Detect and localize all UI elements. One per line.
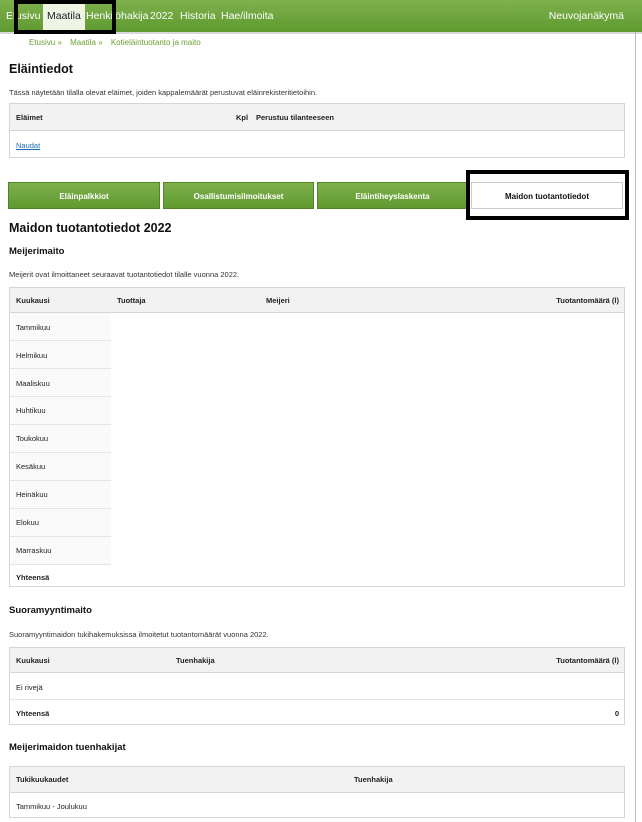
page-right-border (635, 32, 636, 822)
month-cell: Maaliskuu (16, 379, 50, 388)
row-divider (10, 396, 111, 397)
support-period-cell: Tammikuu - Joulukuu (16, 802, 87, 811)
nav-item-year[interactable]: 2022 (150, 0, 173, 32)
animal-link-naudat[interactable]: Naudat (16, 141, 40, 150)
month-cell: Marraskuu (16, 546, 52, 555)
col-header-animals: Eläimet (16, 113, 43, 122)
row-divider (10, 536, 111, 537)
col-header-month: Kuukausi (16, 296, 50, 305)
col-header-count: Kpl (236, 113, 249, 122)
nav-item-historia[interactable]: Historia (180, 0, 216, 32)
month-cell: Tammikuu (16, 323, 51, 332)
breadcrumb-etusivu[interactable]: Etusivu » (29, 38, 62, 47)
applicants-table-header: Tukikuukaudet Tuenhakija (10, 767, 624, 793)
row-divider (10, 508, 111, 509)
dairy-milk-title: Meijerimaito (9, 246, 65, 257)
animal-info-title: Eläintiedot (9, 62, 73, 76)
direct-sales-title: Suoramyyntimaito (9, 605, 92, 616)
nav-item-hae-ilmoita[interactable]: Hae/ilmoita (221, 0, 274, 32)
direct-sales-table: Kuukausi Tuenhakija Tuotantomäärä (l) Ei… (9, 647, 625, 725)
month-cell: Kesäkuu (16, 462, 46, 471)
col-header-applicant: Tuenhakija (354, 775, 393, 784)
col-header-production-amount: Tuotantomäärä (l) (556, 296, 619, 305)
direct-table-header: Kuukausi Tuenhakija Tuotantomäärä (l) (10, 648, 624, 673)
animal-table-header: Eläimet Kpl Perustuu tilanteeseen (10, 104, 624, 131)
row-divider (10, 452, 111, 453)
milk-production-title: Maidon tuotantotiedot 2022 (9, 221, 172, 235)
row-divider (10, 699, 624, 700)
animal-table: Eläimet Kpl Perustuu tilanteeseen Naudat (9, 103, 625, 158)
tab-elainpalkkiot[interactable]: Eläinpalkkiot (8, 182, 160, 209)
breadcrumb-maatila[interactable]: Maatila » (70, 38, 102, 47)
tab-maidon-tuotantotiedot[interactable]: Maidon tuotantotiedot (471, 182, 623, 209)
col-header-applicant: Tuenhakija (176, 656, 215, 665)
row-divider (10, 480, 111, 481)
animal-info-description: Tässä näytetään tilalla olevat eläimet, … (9, 88, 318, 97)
col-header-dairy: Meijeri (266, 296, 290, 305)
dairy-applicants-table: Tukikuukaudet Tuenhakija Tammikuu - Joul… (9, 766, 625, 818)
nav-item-etusivu[interactable]: Etusivu (6, 0, 40, 32)
empty-rows-text: Ei rivejä (16, 683, 43, 692)
dairy-total-label: Yhteensä (16, 573, 50, 582)
col-header-month: Kuukausi (16, 656, 50, 665)
month-cell: Heinäkuu (16, 490, 48, 499)
nav-item-maatila[interactable]: Maatila (43, 0, 85, 32)
row-divider (10, 424, 111, 425)
direct-sales-description: Suoramyyntimaidon tukihakemuksissa ilmoi… (9, 630, 269, 639)
direct-total-label: Yhteensä (16, 709, 50, 718)
month-cell: Toukokuu (16, 434, 49, 443)
col-header-producer: Tuottaja (117, 296, 146, 305)
col-header-support-months: Tukikuukaudet (16, 775, 69, 784)
advisor-view-link[interactable]: Neuvojanäkymä (549, 0, 624, 32)
row-divider (10, 564, 111, 565)
tab-osallistumisilmoitukset[interactable]: Osallistumisilmoitukset (163, 182, 314, 209)
nav-item-henkilohakija[interactable]: Henkilöhakija (86, 0, 148, 32)
col-header-production-amount: Tuotantomäärä (l) (556, 656, 619, 665)
dairy-milk-table: Kuukausi Tuottaja Meijeri Tuotantomäärä … (9, 287, 625, 587)
top-navigation: Etusivu Maatila Henkilöhakija 2022 Histo… (0, 0, 642, 34)
dairy-milk-description: Meijerit ovat ilmoittaneet seuraavat tuo… (9, 270, 240, 279)
row-divider (10, 340, 111, 341)
row-divider (10, 368, 111, 369)
breadcrumb: Etusivu » Maatila » Kotieläintuotanto ja… (29, 38, 207, 47)
dairy-table-header: Kuukausi Tuottaja Meijeri Tuotantomäärä … (10, 288, 624, 313)
month-cell: Elokuu (16, 518, 39, 527)
direct-total-value: 0 (614, 709, 619, 718)
dairy-applicants-title: Meijerimaidon tuenhakijat (9, 742, 126, 753)
month-cell: Helmikuu (16, 351, 48, 360)
month-cell: Huhtikuu (16, 406, 46, 415)
col-header-based-on: Perustuu tilanteeseen (256, 113, 334, 122)
breadcrumb-current: Kotieläintuotanto ja maito (110, 38, 201, 47)
tab-elaintiheyslaskenta[interactable]: Eläintiheyslaskenta (317, 182, 468, 209)
